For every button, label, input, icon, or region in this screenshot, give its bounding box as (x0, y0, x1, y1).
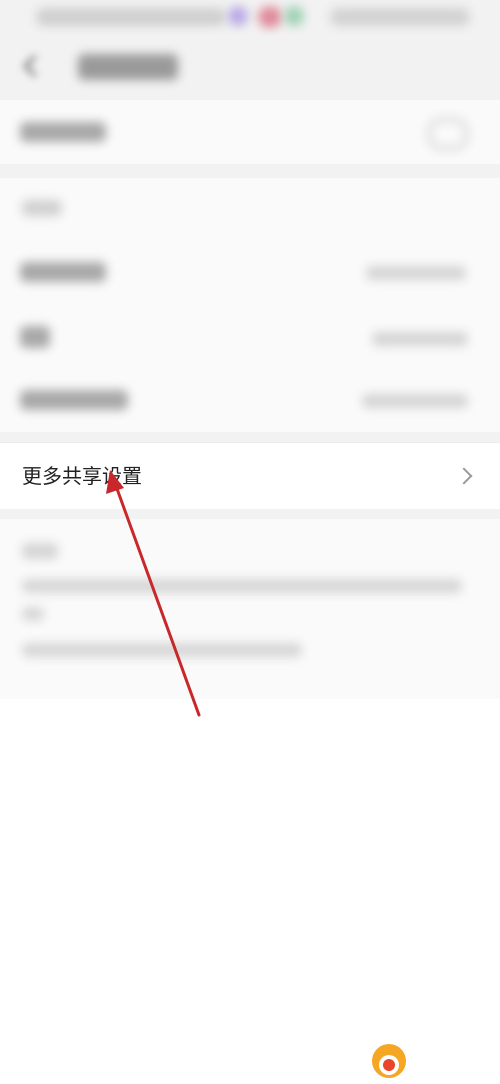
status-icon-purple (228, 6, 248, 26)
setting-row-1-blurred[interactable] (0, 238, 500, 304)
toggle-row-blurred[interactable] (0, 100, 500, 164)
section-gap-3 (0, 509, 500, 519)
setting-row-2-label-blurred (20, 326, 50, 348)
section-gap (0, 164, 500, 178)
toggle-row-label-blurred (20, 122, 106, 142)
more-share-settings-label: 更多共享设置 (22, 464, 142, 488)
chevron-right-icon (458, 468, 472, 482)
toggle-switch-blurred[interactable] (428, 118, 468, 150)
more-share-settings-row[interactable]: 更多共享设置 (0, 442, 500, 510)
notes-section-blurred (0, 519, 500, 699)
setting-row-3-blurred[interactable] (0, 370, 500, 432)
page-title-blurred (78, 54, 178, 80)
status-icon-green (284, 6, 304, 26)
section-header-blurred (0, 178, 500, 238)
status-icon-red (258, 6, 282, 28)
status-bar (0, 0, 500, 36)
status-bar-left-blurred (36, 8, 226, 26)
section-header-text-blurred (22, 200, 62, 216)
watermark-logo (372, 1040, 500, 1084)
back-arrow-icon[interactable] (20, 54, 44, 78)
notes-line-1-blurred (22, 579, 462, 593)
setting-row-2-value-blurred (372, 332, 468, 346)
notes-line-2-blurred (22, 607, 44, 621)
setting-row-3-value-blurred (362, 394, 468, 408)
watermark-logo-icon (372, 1044, 406, 1078)
setting-row-1-label-blurred (20, 262, 106, 282)
notes-title-blurred (22, 543, 58, 559)
setting-row-1-value-blurred (366, 266, 466, 280)
title-bar (0, 36, 500, 100)
setting-row-3-label-blurred (20, 390, 128, 410)
notes-line-3-blurred (22, 643, 302, 657)
setting-row-2-blurred[interactable] (0, 304, 500, 370)
section-gap-2 (0, 432, 500, 442)
status-bar-right-blurred (330, 8, 470, 26)
